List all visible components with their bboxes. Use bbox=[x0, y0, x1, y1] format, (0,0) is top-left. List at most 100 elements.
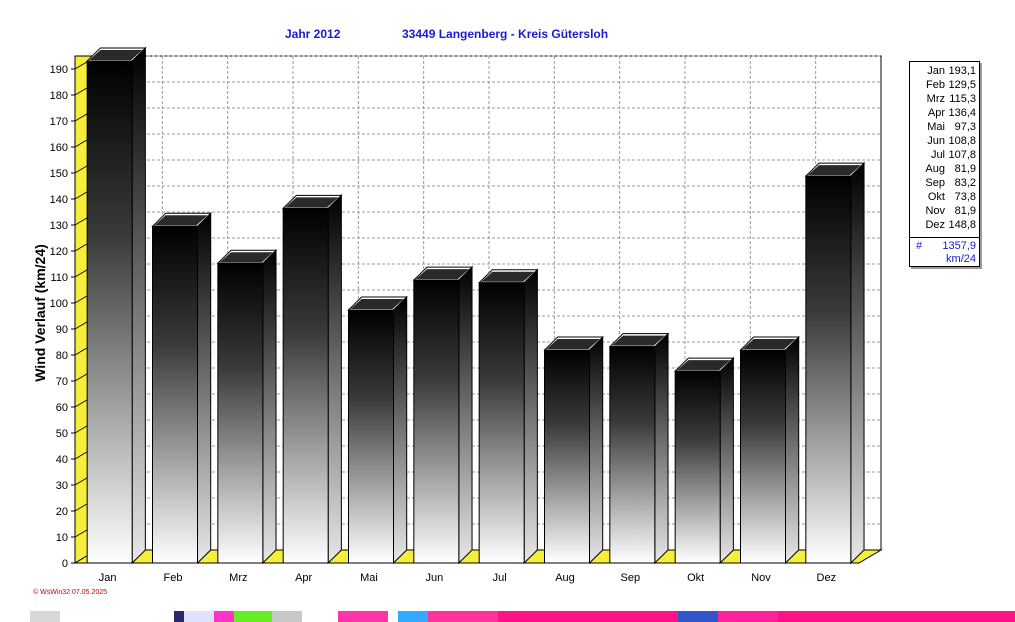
y-tick-label: 50 bbox=[56, 428, 68, 440]
bar-front bbox=[674, 370, 721, 564]
legend-value: 83,2 bbox=[954, 177, 976, 189]
x-tick-label: Aug bbox=[555, 572, 575, 584]
legend-month: Mrz bbox=[926, 93, 945, 105]
legend-row: Jan 193,1 bbox=[910, 64, 976, 78]
y-tick-label: 20 bbox=[56, 506, 68, 518]
y-tick-label: 130 bbox=[50, 220, 68, 232]
legend-month: Aug bbox=[925, 163, 945, 175]
bar-okt bbox=[673, 356, 735, 565]
bar-front bbox=[282, 207, 329, 564]
legend-row: Feb 129,5 bbox=[910, 78, 976, 92]
bar-mrz bbox=[216, 249, 278, 565]
legend-month: Mai bbox=[927, 121, 945, 133]
legend-divider bbox=[910, 237, 979, 238]
bar-front bbox=[544, 349, 590, 564]
legend-total: # 1357,9 km/24 bbox=[910, 239, 979, 267]
legend-row: Nov 81,9 bbox=[910, 204, 976, 218]
year-title: Jahr 2012 bbox=[285, 27, 341, 41]
y-tick-label: 180 bbox=[50, 90, 68, 102]
y-tick-label: 40 bbox=[56, 454, 68, 466]
legend-month: Apr bbox=[927, 107, 945, 119]
bar-feb bbox=[151, 212, 212, 565]
legend-value: 193,1 bbox=[948, 65, 976, 77]
legend-value: 148,8 bbox=[948, 219, 976, 231]
bar-apr bbox=[281, 194, 343, 565]
legend-row: Sep 83,2 bbox=[910, 176, 976, 190]
y-tick-label: 110 bbox=[50, 272, 68, 284]
bar-front bbox=[609, 346, 656, 564]
bar-side bbox=[458, 265, 473, 565]
bar-jun bbox=[412, 265, 474, 565]
bar-front bbox=[413, 279, 460, 564]
bar-mai bbox=[347, 295, 408, 565]
y-tick-label: 170 bbox=[50, 116, 68, 128]
legend-row: Apr 136,4 bbox=[910, 106, 976, 120]
legend-row: Aug 81,9 bbox=[910, 162, 976, 176]
x-tick-label: Jan bbox=[99, 572, 117, 584]
legend-row: Okt 73,8 bbox=[910, 190, 976, 204]
legend-row: Dez 148,8 bbox=[910, 218, 976, 232]
x-tick-label: Jun bbox=[425, 572, 443, 584]
bar-side bbox=[393, 295, 408, 565]
legend-box: Jan 193,1 Feb 129,5 Mrz 115,3 Apr 136,4 Mai 97,3 J… bbox=[909, 61, 980, 267]
y-tick-label: 10 bbox=[56, 532, 68, 544]
y-tick-label: 140 bbox=[50, 194, 68, 206]
legend-row: Jul 107,8 bbox=[910, 148, 976, 162]
legend-value: 136,4 bbox=[948, 107, 976, 119]
bar-side bbox=[131, 46, 146, 565]
legend-value: 108,8 bbox=[948, 135, 976, 147]
bar-front bbox=[348, 309, 394, 564]
bar-side bbox=[523, 268, 538, 565]
x-tick-label: Mrz bbox=[229, 572, 247, 584]
x-tick-label: Okt bbox=[687, 572, 704, 584]
legend-month: Okt bbox=[927, 191, 945, 203]
legend-value: 81,9 bbox=[954, 163, 976, 175]
x-tick-label: Apr bbox=[295, 572, 312, 584]
legend-row: Mai 97,3 bbox=[910, 120, 976, 134]
y-tick-label: 80 bbox=[56, 350, 68, 362]
x-tick-label: Feb bbox=[164, 572, 183, 584]
y-axis: 0 10 20 30 40 50 60 70 80 90 100 110 120 130 140 150 160… bbox=[50, 56, 76, 570]
y-tick-label: 150 bbox=[50, 168, 68, 180]
legend-total-value: 1357,9 bbox=[942, 240, 976, 252]
bar-side bbox=[589, 335, 604, 565]
bar-aug bbox=[543, 335, 604, 565]
y-tick-label: 90 bbox=[56, 324, 68, 336]
y-tick-label: 0 bbox=[62, 558, 68, 570]
legend-total-unit: km/24 bbox=[946, 253, 976, 265]
y-tick-label: 60 bbox=[56, 402, 68, 414]
bottom-strip bbox=[0, 611, 1015, 622]
bar-dez bbox=[804, 161, 866, 565]
bar-side bbox=[719, 356, 734, 565]
legend-total-symbol: # bbox=[916, 240, 923, 252]
legend-value: 97,3 bbox=[954, 121, 976, 133]
bar-side bbox=[850, 161, 865, 565]
bar-nov bbox=[739, 335, 800, 565]
legend-row: Jun 108,8 bbox=[910, 134, 976, 148]
x-tick-label: Dez bbox=[817, 572, 837, 584]
x-tick-label: Mai bbox=[360, 572, 378, 584]
y-axis-label: Wind Verlauf (km/24) bbox=[32, 244, 48, 382]
y-tick-label: 70 bbox=[56, 376, 68, 388]
legend-month: Sep bbox=[925, 177, 945, 189]
x-tick-label: Sep bbox=[621, 572, 641, 584]
legend-value: 115,3 bbox=[949, 93, 976, 105]
bar-front bbox=[805, 175, 852, 564]
bar-side bbox=[785, 335, 800, 565]
wind-bar-chart: 0 10 20 30 40 50 60 70 80 90 100 110 120 130 140 150 160… bbox=[50, 46, 883, 584]
bar-side bbox=[197, 212, 212, 565]
y-tick-label: 190 bbox=[50, 64, 68, 76]
legend-value: 107,8 bbox=[948, 149, 976, 161]
x-axis: Jan Feb Mrz Apr Mai Jun Jul Aug Sep Okt Nov Dez bbox=[75, 562, 859, 584]
legend-value: 81,9 bbox=[954, 205, 976, 217]
legend-month: Jan bbox=[927, 65, 945, 77]
station-title: 33449 Langenberg - Kreis Gütersloh bbox=[402, 27, 609, 41]
bar-side bbox=[262, 249, 277, 565]
legend-value: 73,8 bbox=[954, 191, 976, 203]
x-tick-label: Jul bbox=[493, 572, 507, 584]
y-tick-label: 160 bbox=[50, 142, 68, 154]
bar-jul bbox=[477, 268, 539, 565]
bar-sep bbox=[608, 332, 670, 565]
bar-front bbox=[478, 282, 525, 564]
y-tick-label: 30 bbox=[56, 480, 68, 492]
